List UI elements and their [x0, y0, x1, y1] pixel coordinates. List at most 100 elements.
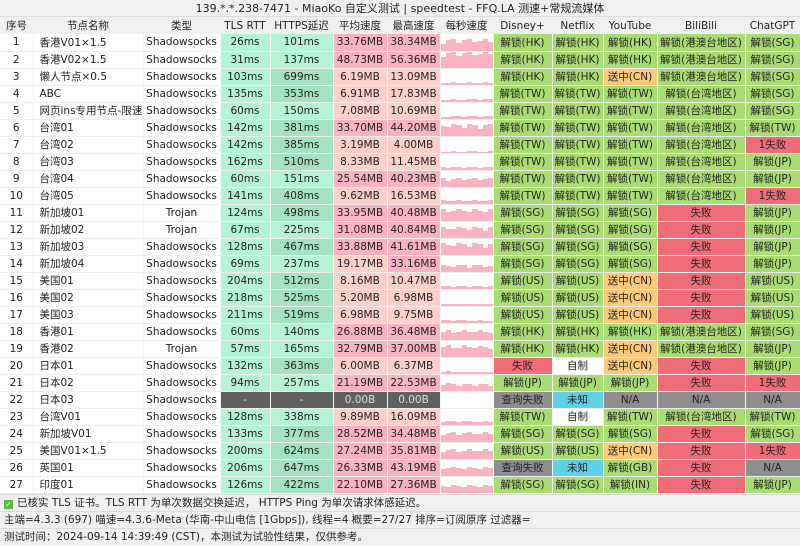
- header-per-second-speed[interactable]: 每秒速度: [440, 17, 493, 34]
- cell-chatgpt: 解锁(JP): [745, 204, 800, 222]
- cell-chatgpt: 1失败: [745, 187, 800, 205]
- cell-type: Shadowsocks: [143, 119, 221, 137]
- cell-youtube: 解锁(HK): [603, 51, 658, 69]
- cell-per-second-speed: [440, 272, 494, 290]
- cell-index: 20: [0, 357, 34, 375]
- cell-youtube: 解锁(TW): [603, 119, 658, 137]
- cell-per-second-speed: [440, 340, 494, 358]
- cell-https-latency: 381ms: [270, 119, 334, 137]
- header-avg-speed[interactable]: 平均速度: [333, 17, 387, 34]
- cell-chatgpt: 解锁(SG): [745, 323, 800, 341]
- cell-per-second-speed: [440, 187, 494, 205]
- cell-name: 台湾01: [33, 119, 144, 137]
- cell-name: 英国01: [33, 459, 144, 477]
- table-row: 10 台湾05 Shadowsocks 141ms 408ms 9.62MB 16.53MB…: [0, 187, 800, 205]
- cell-youtube: 送中(CN): [603, 68, 658, 86]
- cell-avg-speed: 6.00MB: [333, 357, 388, 375]
- cell-avg-speed: 6.98MB: [333, 306, 388, 324]
- header-chatgpt[interactable]: ChatGPT: [745, 17, 800, 34]
- cell-bilibili: 失败: [657, 238, 746, 256]
- table-row: 27 印度01 Shadowsocks 126ms 422ms 22.10MB 27.36M…: [0, 476, 800, 494]
- cell-max-speed: 10.47MB: [387, 272, 441, 290]
- header-https-latency[interactable]: HTTPS延迟: [270, 17, 333, 34]
- cell-max-speed: 37.00MB: [387, 340, 441, 358]
- cell-per-second-speed: [440, 425, 494, 443]
- cell-per-second-speed: [440, 102, 494, 120]
- cell-type: Trojan: [143, 204, 221, 222]
- cell-youtube: 送中(CN): [603, 306, 658, 324]
- cell-type: Shadowsocks: [143, 272, 221, 290]
- cell-type: Shadowsocks: [143, 51, 221, 69]
- cell-https-latency: 165ms: [270, 340, 334, 358]
- cell-netflix: 解锁(HK): [552, 34, 604, 52]
- cell-name: 香港02: [33, 340, 144, 358]
- speed-bar: [488, 265, 492, 271]
- cell-index: 22: [0, 391, 34, 409]
- cell-type: Shadowsocks: [143, 102, 221, 120]
- cell-disney: 解锁(SG): [493, 204, 553, 222]
- cell-type: Shadowsocks: [143, 68, 221, 86]
- cell-bilibili: 失败: [657, 374, 746, 392]
- cell-tls-rtt: 162ms: [220, 153, 271, 171]
- cell-bilibili: 失败: [657, 204, 746, 222]
- header-type[interactable]: 类型: [143, 17, 220, 34]
- header-bilibili[interactable]: BiliBili: [657, 17, 745, 34]
- cell-chatgpt: 解锁(JP): [745, 153, 800, 171]
- cell-avg-speed: 9.62MB: [333, 187, 388, 205]
- cell-chatgpt: 1失败: [745, 374, 800, 392]
- header-netflix[interactable]: Netflix: [552, 17, 603, 34]
- cell-type: Trojan: [143, 221, 221, 239]
- cell-name: 台湾05: [33, 187, 144, 205]
- cell-chatgpt: 解锁(JP): [745, 238, 800, 256]
- cell-disney: 解锁(HK): [493, 340, 553, 358]
- table-row: 8 台湾03 Shadowsocks 162ms 510ms 8.33MB 11.45MB 解…: [0, 153, 800, 171]
- cell-youtube: 解锁(HK): [603, 323, 658, 341]
- footer-time: 测试时间：2024-09-14 14:39:49 (CST)，本测试为试验性结果…: [0, 527, 800, 545]
- cell-https-latency: 237ms: [270, 255, 334, 273]
- cell-type: Shadowsocks: [143, 170, 221, 188]
- header-disney[interactable]: Disney+: [493, 17, 552, 34]
- cell-https-latency: 353ms: [270, 85, 334, 103]
- cell-netflix: 自制: [552, 408, 604, 426]
- cell-per-second-speed: [440, 34, 494, 52]
- cell-tls-rtt: 126ms: [220, 476, 271, 494]
- cell-chatgpt: 解锁(JP): [745, 476, 800, 494]
- cell-max-speed: 4.00MB: [387, 136, 441, 154]
- cell-youtube: 解锁(SG): [603, 255, 658, 273]
- cell-disney: 失败: [493, 357, 553, 375]
- header-index[interactable]: 序号: [0, 17, 33, 34]
- cell-youtube: 解锁(TW): [603, 408, 658, 426]
- header-name[interactable]: 节点名称: [33, 17, 143, 34]
- cell-chatgpt: 解锁(US): [745, 272, 800, 290]
- cell-chatgpt: 解锁(JP): [745, 170, 800, 188]
- cell-type: Shadowsocks: [143, 289, 221, 307]
- cell-netflix: 解锁(TW): [552, 187, 604, 205]
- table-row: 7 台湾02 Shadowsocks 142ms 385ms 3.19MB 4.00MB 解锁…: [0, 136, 800, 154]
- table-row: 5 网页ins专用节点-限速 Shadowsocks 60ms 150ms 7.08MB 1…: [0, 102, 800, 120]
- cell-chatgpt: 解锁(SG): [745, 102, 800, 120]
- cell-disney: 解锁(TW): [493, 119, 553, 137]
- cell-youtube: 解锁(TW): [603, 136, 658, 154]
- cell-youtube: 解锁(SG): [603, 204, 658, 222]
- header-youtube[interactable]: YouTube: [603, 17, 657, 34]
- cell-max-speed: 17.83MB: [387, 85, 441, 103]
- cell-index: 9: [0, 170, 34, 188]
- cell-youtube: 送中(CN): [603, 357, 658, 375]
- cell-netflix: 解锁(TW): [552, 170, 604, 188]
- check-icon: ✓: [4, 499, 13, 509]
- cell-disney: 解锁(US): [493, 272, 553, 290]
- speed-bar: [488, 209, 492, 220]
- cell-disney: 解锁(US): [493, 306, 553, 324]
- cell-disney: 解锁(US): [493, 289, 553, 307]
- cell-bilibili: 失败: [657, 221, 746, 239]
- header-tls-rtt[interactable]: TLS RTT: [220, 17, 270, 34]
- cell-avg-speed: 32.79MB: [333, 340, 388, 358]
- table-row: 16 美国02 Shadowsocks 218ms 525ms 5.20MB 6.98MB 解…: [0, 289, 800, 307]
- cell-https-latency: -: [270, 391, 334, 409]
- header-max-speed[interactable]: 最高速度: [387, 17, 440, 34]
- cell-type: Shadowsocks: [143, 459, 221, 477]
- cell-youtube: 解锁(GB): [603, 459, 658, 477]
- table-row: 11 新加坡01 Trojan 124ms 498ms 33.95MB 40.48MB 解锁(…: [0, 204, 800, 222]
- cell-name: 美国03: [33, 306, 144, 324]
- cell-type: Shadowsocks: [143, 408, 221, 426]
